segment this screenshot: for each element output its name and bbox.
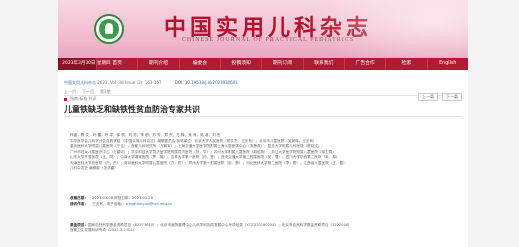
funding-label: 基金项目： <box>70 223 88 227</box>
current-date: 2023年3月30日 星期四 <box>58 58 110 70</box>
nav-english[interactable]: English <box>426 58 468 70</box>
category-label[interactable]: 指南·标准·共识 <box>70 96 97 102</box>
nav-journal-intro[interactable]: 期刊介绍 <box>137 58 178 70</box>
prev-article-button[interactable]: 上一篇 <box>418 93 438 101</box>
article-nav: 上一篇 下一篇 <box>418 93 462 101</box>
next-article-button[interactable]: 下一篇 <box>442 93 462 101</box>
citation-journal[interactable]: 中国实用儿科杂志 <box>64 80 96 85</box>
funding-block: 基金项目：国家自然科学基金资助项目（82273645）；北京市医院管理中心儿科学… <box>70 223 465 233</box>
doi-label: DOI: <box>174 80 184 85</box>
divider <box>64 116 462 117</box>
nav-home[interactable]: 首页 <box>96 58 137 70</box>
category-tag: 指南·标准·共识 <box>64 96 97 102</box>
corresponding-value: 王天有，电子信箱： <box>92 202 125 206</box>
nav-items: 首页 期刊介绍 编委会 投稿须知 期刊订阅 联系我们 广告合作 检索 Engli… <box>96 58 468 70</box>
authors-block: 作者：杨 文，叶 雷，孙 洋，徐 丽，刘 芳，李 明，方 芳，郑 杰，方 楠，吴… <box>70 133 460 172</box>
nav-editorial-board[interactable]: 编委会 <box>178 58 220 70</box>
dates-value: 2023-03-06 修回日期：2023-03-28 <box>92 196 154 200</box>
article-info: 收稿日期： 2023-03-06 修回日期：2023-03-28 通讯作者： 王… <box>70 195 172 207</box>
email-link[interactable]: wangtianyou@bch.edu.cn <box>126 202 173 206</box>
tag-bullet-icon <box>64 97 67 101</box>
dates-label: 收稿日期： <box>70 196 88 200</box>
page: 中国实用儿科杂志 CHINESE JOURNAL OF PRACTICAL PE… <box>58 0 468 247</box>
journal-logo[interactable] <box>94 14 124 44</box>
funding-line: 国家自然科学基金资助项目（82273645）；北京市医院管理中心儿科学科协同发展… <box>87 223 352 227</box>
corresponding-row: 通讯作者： 王天有，电子信箱： wangtianyou@bch.edu.cn <box>70 201 172 207</box>
nav-advertising[interactable]: 广告合作 <box>343 58 385 70</box>
logo-emblem-icon <box>99 19 119 39</box>
nav-author-guide[interactable]: 投稿须知 <box>219 58 261 70</box>
affiliation-line: 儿科杂志社 编辑部（张洪雷） <box>70 166 118 170</box>
article-title: 儿童铁缺乏和缺铁性贫血防治专家共识 <box>64 105 200 114</box>
nav-contact[interactable]: 联系我们 <box>302 58 344 70</box>
journal-banner: 中国实用儿科杂志 CHINESE JOURNAL OF PRACTICAL PE… <box>58 0 468 58</box>
citation-line: 中国实用儿科杂志 2023, Vol. 38 Issue (3): 161-16… <box>64 80 238 86</box>
citation-detail: 2023, Vol. 38 Issue (3): 161-167 <box>97 80 162 85</box>
nav-subscription[interactable]: 期刊订阅 <box>261 58 302 70</box>
nav-search[interactable]: 检索 <box>385 58 426 70</box>
divider <box>64 95 462 96</box>
corresponding-label: 通讯作者： <box>70 202 88 206</box>
journal-title-en: CHINESE JOURNAL OF PRACTICAL PEDIATRICS <box>181 37 355 43</box>
main-nav: 2023年3月30日 星期四 首页 期刊介绍 编委会 投稿须知 期刊订阅 联系我… <box>58 58 468 70</box>
funding-line: 首都卫生发展科研专项（2022-2-2104） <box>70 228 137 233</box>
doi-link[interactable]: 10.19538/j.ek2023030601 <box>185 80 238 85</box>
